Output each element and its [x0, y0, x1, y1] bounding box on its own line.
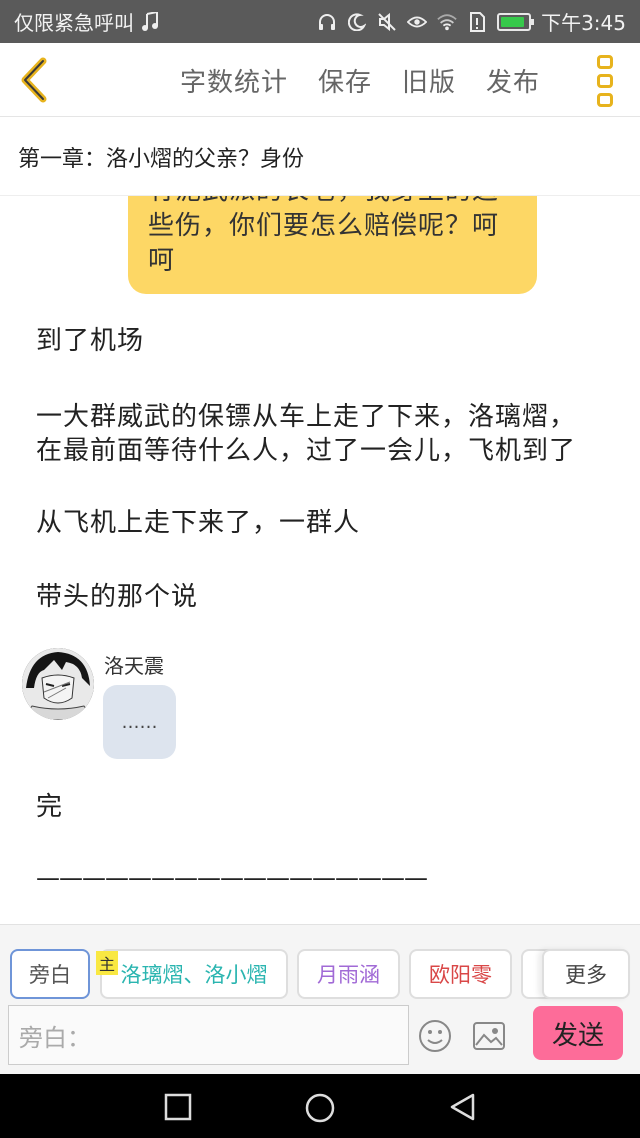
chevron-left-icon — [21, 57, 47, 103]
main-role-badge: 主 — [96, 951, 118, 975]
old-version-button[interactable]: 旧版 — [402, 62, 456, 99]
more-roles-button[interactable]: 更多 — [542, 949, 630, 999]
story-content[interactable]: 有泥武派的长老，我身上的这 些伤，你们要怎么赔偿呢？呵 呵 到了机场 一大群威武… — [0, 196, 640, 924]
role-chip-narrator[interactable]: 旁白 — [10, 949, 90, 999]
bubble-line: 有泥武派的长老，我身上的这 — [148, 196, 519, 209]
editor-toolbar: 字数统计 保存 旧版 发布 — [0, 43, 640, 117]
role-chip-ouyang[interactable]: 欧阳零 — [409, 949, 512, 999]
word-count-button[interactable]: 字数统计 — [180, 62, 288, 99]
publish-button[interactable]: 发布 — [486, 62, 540, 99]
narration-paragraph[interactable]: 在最前面等待什么人，过了一会儿，飞机到了 — [36, 434, 576, 469]
narration-paragraph[interactable]: 完 — [36, 790, 63, 825]
narration-paragraph[interactable]: 从飞机上走下来了，一群人 — [36, 506, 360, 541]
recent-apps-icon[interactable] — [163, 1092, 193, 1122]
mute-icon — [377, 12, 397, 32]
emoji-icon[interactable] — [418, 1019, 452, 1053]
character-avatar[interactable] — [22, 648, 94, 720]
narration-paragraph[interactable]: 带头的那个说 — [36, 580, 198, 615]
music-note-icon — [140, 11, 160, 32]
status-time: 下午3:45 — [541, 11, 626, 35]
sim-alert-icon — [467, 11, 487, 32]
more-menu-icon[interactable] — [592, 55, 618, 107]
wifi-icon — [437, 12, 457, 32]
character-dialogue-bubble[interactable]: …… — [103, 685, 176, 759]
carrier-label: 仅限紧急呼叫 — [14, 11, 134, 35]
chapter-title[interactable]: 第一章：洛小熠的父亲？身份 — [0, 118, 640, 196]
battery-fill — [501, 16, 525, 27]
back-button[interactable] — [14, 55, 54, 105]
moon-icon — [347, 12, 367, 32]
send-button[interactable]: 发送 — [533, 1006, 623, 1060]
battery-icon — [497, 12, 535, 31]
dialogue-input[interactable]: 旁白： — [8, 1005, 409, 1065]
character-name: 洛天震 — [104, 654, 164, 678]
system-nav-bar — [0, 1074, 640, 1138]
status-bar: 仅限紧急呼叫 下午3:45 — [0, 0, 640, 43]
image-icon[interactable] — [472, 1021, 506, 1051]
composer-panel: 旁白 洛璃熠、洛小熠 主 月雨涵 欧阳零 更多 旁白： 发送 — [0, 924, 640, 1074]
status-carrier: 仅限紧急呼叫 — [14, 7, 317, 36]
role-chip-main[interactable]: 洛璃熠、洛小熠 — [100, 949, 288, 999]
bubble-line: 些伤，你们要怎么赔偿呢？呵 — [148, 211, 500, 241]
role-chip-yue[interactable]: 月雨涵 — [297, 949, 400, 999]
headphones-icon — [317, 12, 337, 32]
eye-icon — [407, 12, 428, 32]
narration-paragraph[interactable]: 一大群威武的保镖从车上走了下来，洛璃熠， — [36, 400, 576, 435]
home-icon[interactable] — [304, 1092, 335, 1123]
save-button[interactable]: 保存 — [318, 62, 372, 99]
divider-text[interactable]: ————————————————— — [36, 864, 428, 892]
narration-paragraph[interactable]: 到了机场 — [36, 324, 144, 359]
bubble-line: 呵 — [148, 246, 176, 276]
toolbar-actions: 字数统计 保存 旧版 发布 — [180, 43, 540, 117]
dialogue-bubble[interactable]: 有泥武派的长老，我身上的这 些伤，你们要怎么赔偿呢？呵 呵 — [128, 196, 537, 294]
chapter-title-text: 第一章：洛小熠的父亲？身份 — [18, 146, 305, 172]
back-nav-icon[interactable] — [448, 1092, 478, 1122]
